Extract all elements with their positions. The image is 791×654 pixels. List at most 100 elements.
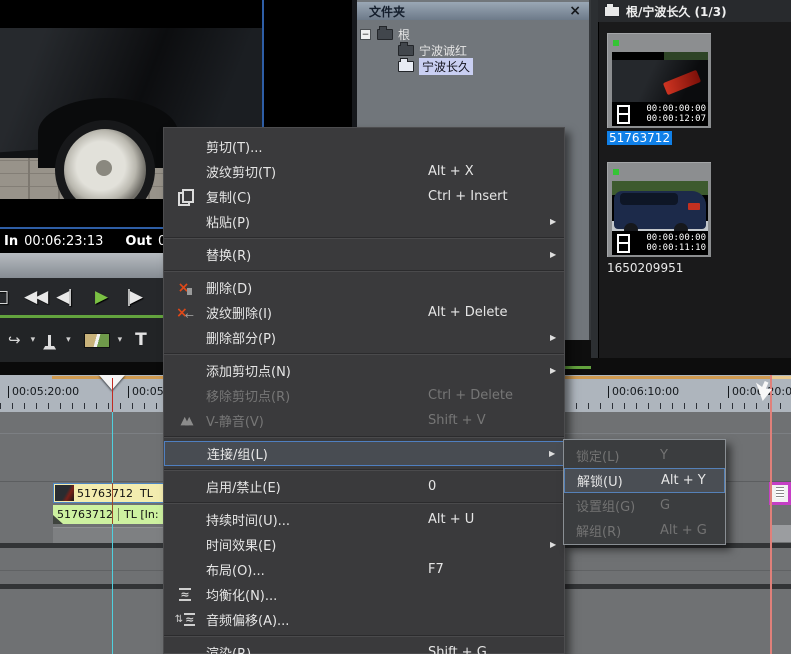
dropdown-arrow-icon[interactable]: ▾ (118, 335, 123, 345)
next-frame-button[interactable]: |▶ (126, 287, 143, 307)
ruler-timecode: 00:05:20:00 (8, 386, 79, 398)
submenu-item-ungroup[interactable]: 解组(R) Alt + G (564, 518, 725, 543)
link-group-submenu: 锁定(L) Y 解锁(U) Alt + Y 设置组(G) G 解组(R) Alt + G (563, 439, 726, 545)
folder-panel-titlebar[interactable]: 文件夹 × (357, 2, 589, 20)
ripple-delete-icon-sub: ← (184, 309, 194, 322)
clip-duration-timecode: 00:00:11:10 (646, 243, 706, 253)
submenu-arrow-icon: ▶ (550, 540, 557, 549)
bin-clip-card[interactable]: 00:00:00:00 00:00:11:10 (607, 162, 711, 257)
prev-frame-button[interactable]: ◀| (56, 287, 73, 307)
playhead-line-cyan (112, 412, 113, 654)
text-tool-icon[interactable]: T (135, 330, 147, 350)
transition-icon[interactable] (83, 332, 110, 348)
clip-notch (53, 515, 63, 524)
menu-item-time-effect[interactable]: 时间效果(E) ▶ (164, 532, 564, 557)
folder-panel-title: 文件夹 (369, 4, 406, 19)
menu-item-v-mute[interactable]: ▲▲ V-静音(V) Shift + V (164, 408, 564, 433)
clip-in-timecode: 00:00:00:00 (646, 104, 706, 114)
bin-clip-name[interactable]: 1650209951 (607, 261, 683, 275)
edius-main-window: 00:05:20:00 00:05:30:00 00:06:10:00 00:0… (0, 0, 791, 654)
menu-item-delete-parts[interactable]: 删除部分(P) ▶ (164, 325, 564, 350)
menu-item-cut[interactable]: 剪切(T)... (164, 134, 564, 159)
car-window (620, 193, 678, 205)
submenu-arrow-icon: ▶ (550, 217, 557, 226)
dropdown-arrow-icon[interactable]: ▾ (31, 335, 36, 345)
clip-thumbnail (55, 485, 74, 501)
bin-clip-name-selected[interactable]: 51763712 (607, 131, 673, 145)
v-mute-icon: ▲▲ (180, 414, 194, 427)
in-label: In (4, 233, 19, 249)
tree-item-changjiu[interactable]: 宁波长久 (392, 58, 474, 75)
panel-edge (591, 0, 599, 360)
tree-item-root[interactable]: − 根 (360, 26, 410, 42)
tail-light (688, 203, 700, 210)
grouped-clip[interactable] (769, 482, 791, 505)
menu-item-render[interactable]: 渲染(R)Shift + G (164, 640, 564, 654)
menu-item-paste[interactable]: 粘贴(P) ▶ (164, 209, 564, 234)
submenu-arrow-icon: ▶ (550, 333, 557, 342)
clip-name: 51763712 (57, 508, 119, 521)
submenu-arrow-icon: ▶ (550, 366, 557, 375)
menu-item-remove-cut-point[interactable]: 移除剪切点(R) Ctrl + Delete (164, 383, 564, 408)
bin-header[interactable]: 根/宁波长久 (1/3) (598, 0, 791, 22)
submenu-arrow-icon: ▶ (550, 250, 557, 259)
timeline-audio-clip[interactable]: 51763712 TL [In: (53, 505, 165, 524)
context-menu: 剪切(T)... 波纹剪切(T) Alt + X 复制(C) Ctrl + Inse… (163, 127, 565, 654)
play-button[interactable]: ▶ (95, 287, 108, 307)
timeline-video-clip[interactable]: 51763712 TL (53, 483, 165, 503)
tree-expand-icon[interactable]: − (360, 29, 371, 40)
clip-in-timecode: 00:00:00:00 (646, 233, 706, 243)
menu-separator (164, 499, 564, 507)
tree-item-label-selected: 宁波长久 (419, 58, 474, 75)
edit-point-line (770, 375, 772, 654)
tree-item-chenghong[interactable]: 宁波诚红 (392, 42, 468, 58)
timecode-overlay: 00:00:00:00 00:00:11:10 (612, 231, 708, 255)
menu-item-audio-offset[interactable]: ⇅ ≈ 音频偏移(A)... (164, 607, 564, 632)
menu-separator (164, 466, 564, 474)
close-icon[interactable]: × (569, 4, 581, 18)
folder-open-icon (398, 58, 414, 72)
wheel-hub (96, 160, 112, 176)
tree-item-label: 宁波诚红 (419, 44, 468, 58)
bin-clip-card[interactable]: 00:00:00:00 00:00:12:07 (607, 33, 711, 128)
submenu-arrow-icon: ▶ (549, 449, 556, 458)
status-dot (613, 169, 619, 175)
in-timecode: 00:06:23:13 (24, 233, 104, 249)
stop-button[interactable]: □ (0, 287, 9, 307)
out-label: Out (125, 233, 152, 249)
status-dot (613, 40, 619, 46)
menu-item-ripple-delete[interactable]: × ← 波纹删除(I) Alt + Delete (164, 300, 564, 325)
menu-separator (164, 433, 564, 441)
menu-separator (164, 632, 564, 640)
playhead-line-over-clips (112, 483, 113, 524)
clip-mixer-strip (53, 527, 165, 543)
menu-item-delete[interactable]: × 删除(D) (164, 275, 564, 300)
clip-thumbnail: 00:00:00:00 00:00:12:07 (612, 52, 708, 126)
menu-item-copy[interactable]: 复制(C) Ctrl + Insert (164, 184, 564, 209)
playhead-line (112, 378, 113, 412)
bin-panel: 根/宁波长久 (1/3) 00:00:00:00 00:00:12:07 517… (591, 0, 791, 360)
track-highlight-strip (772, 525, 791, 542)
menu-item-normalize[interactable]: ≈ 均衡化(N)... (164, 582, 564, 607)
menu-item-layout[interactable]: 布局(O)... F7 (164, 557, 564, 582)
menu-item-duration[interactable]: 持续时间(U)... Alt + U (164, 507, 564, 532)
rewind-button[interactable]: ◀◀ (24, 287, 48, 307)
menu-item-ripple-cut[interactable]: 波纹剪切(T) Alt + X (164, 159, 564, 184)
menu-item-replace[interactable]: 替换(R) ▶ (164, 242, 564, 267)
submenu-item-unlock[interactable]: 解锁(U) Alt + Y (564, 468, 725, 493)
clip-glyph (776, 487, 784, 498)
razor-icon[interactable] (48, 334, 52, 346)
menu-item-enable-disable[interactable]: 启用/禁止(E) 0 (164, 474, 564, 499)
timeline-accent-line (565, 366, 591, 369)
menu-item-add-cut-point[interactable]: 添加剪切点(N) ▶ (164, 358, 564, 383)
menu-separator (164, 234, 564, 242)
dropdown-arrow-icon[interactable]: ▾ (66, 335, 71, 345)
filmstrip-icon (617, 104, 630, 124)
menu-separator (164, 350, 564, 358)
delete-icon-sub (187, 288, 193, 295)
jump-icon[interactable]: ↪ (8, 331, 21, 349)
menu-item-link-group[interactable]: 连接/组(L) ▶ (164, 441, 564, 466)
submenu-item-set-group[interactable]: 设置组(G) G (564, 493, 725, 518)
submenu-item-lock[interactable]: 锁定(L) Y (564, 443, 725, 468)
timecode-overlay: 00:00:00:00 00:00:12:07 (612, 102, 708, 126)
